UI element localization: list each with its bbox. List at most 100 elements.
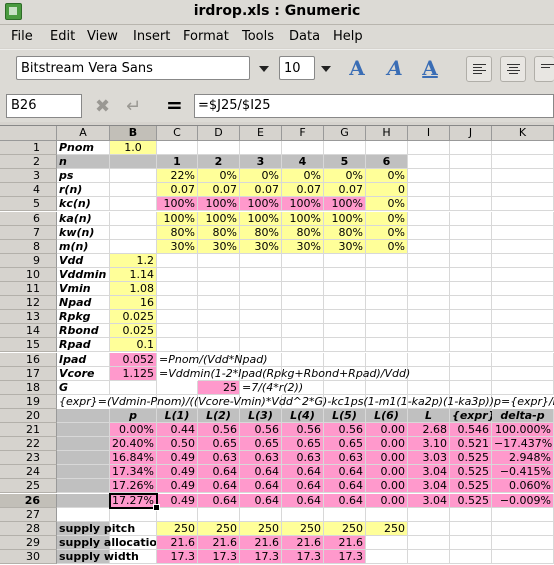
cell-a23[interactable] <box>57 451 110 466</box>
cell-h5[interactable]: 0% <box>366 197 408 212</box>
cell-b27[interactable] <box>110 507 157 522</box>
cell-g6[interactable]: 100% <box>324 211 366 226</box>
row-header-20[interactable]: 20 <box>0 408 57 423</box>
cell-c18[interactable] <box>157 380 198 395</box>
cell-f21[interactable]: 0.56 <box>282 423 324 438</box>
row-header-5[interactable]: 5 <box>0 197 57 212</box>
cell-d24[interactable]: 0.64 <box>198 465 240 480</box>
cell-d18[interactable]: 25 <box>198 380 240 395</box>
column-header-a[interactable]: A <box>57 126 110 141</box>
cell-c29[interactable]: 21.6 <box>157 535 198 550</box>
cell-b13[interactable]: 0.025 <box>110 310 157 325</box>
cell-k14[interactable] <box>492 324 554 339</box>
cell-j10[interactable] <box>450 267 492 282</box>
cell-i4[interactable] <box>408 183 450 198</box>
cell-d22[interactable]: 0.65 <box>198 437 240 452</box>
cell-b7[interactable] <box>110 225 157 240</box>
cell-j30[interactable] <box>450 549 492 564</box>
cell-g26[interactable]: 0.64 <box>324 493 366 508</box>
cell-f7[interactable]: 80% <box>282 225 324 240</box>
cell-b6[interactable] <box>110 211 157 226</box>
cell-f8[interactable]: 30% <box>282 239 324 254</box>
cell-j7[interactable] <box>450 225 492 240</box>
cell-j12[interactable] <box>450 296 492 311</box>
cell-j6[interactable] <box>450 211 492 226</box>
cell-g28[interactable]: 250 <box>324 521 366 536</box>
row-header-11[interactable]: 11 <box>0 282 57 297</box>
cell-c9[interactable] <box>157 253 198 268</box>
cell-a10[interactable]: Vddmin <box>57 267 110 282</box>
cell-c11[interactable] <box>157 282 198 297</box>
cell-b3[interactable] <box>110 169 157 184</box>
cell-k5[interactable] <box>492 197 554 212</box>
row-header-16[interactable]: 16 <box>0 352 57 367</box>
align-right-icon[interactable] <box>534 56 554 82</box>
cell-k26[interactable]: −0.009% <box>492 493 554 508</box>
cell-c7[interactable]: 80% <box>157 225 198 240</box>
cell-a29[interactable]: supply allocation <box>57 535 165 550</box>
cell-f28[interactable]: 250 <box>282 521 324 536</box>
cell-i6[interactable] <box>408 211 450 226</box>
column-header-j[interactable]: J <box>450 126 492 141</box>
cell-d10[interactable] <box>198 267 240 282</box>
cell-e13[interactable] <box>240 310 282 325</box>
cell-j16[interactable] <box>450 352 492 367</box>
cell-c27[interactable] <box>157 507 198 522</box>
cell-b5[interactable] <box>110 197 157 212</box>
cell-k1[interactable] <box>492 141 554 156</box>
cell-f29[interactable]: 21.6 <box>282 535 324 550</box>
column-header-i[interactable]: I <box>408 126 450 141</box>
cell-a11[interactable]: Vmin <box>57 282 110 297</box>
menu-data[interactable]: Data <box>289 29 320 44</box>
cell-e18[interactable]: =7/(4*r(2)) <box>240 381 305 395</box>
row-header-7[interactable]: 7 <box>0 225 57 240</box>
cell-a9[interactable]: Vdd <box>57 253 110 268</box>
cell-c4[interactable]: 0.07 <box>157 183 198 198</box>
cell-e25[interactable]: 0.64 <box>240 479 282 494</box>
cell-b15[interactable]: 0.1 <box>110 338 157 353</box>
cell-g5[interactable]: 100% <box>324 197 366 212</box>
row-header-22[interactable]: 22 <box>0 437 57 452</box>
row-header-13[interactable]: 13 <box>0 310 57 325</box>
cell-d8[interactable]: 30% <box>198 239 240 254</box>
cell-c20[interactable]: L(1) <box>157 408 198 423</box>
cell-f12[interactable] <box>282 296 324 311</box>
cell-f11[interactable] <box>282 282 324 297</box>
cell-h3[interactable]: 0% <box>366 169 408 184</box>
row-header-23[interactable]: 23 <box>0 451 57 466</box>
cell-d11[interactable] <box>198 282 240 297</box>
cell-e9[interactable] <box>240 253 282 268</box>
cell-e6[interactable]: 100% <box>240 211 282 226</box>
cell-f24[interactable]: 0.64 <box>282 465 324 480</box>
cell-d25[interactable]: 0.64 <box>198 479 240 494</box>
row-header-8[interactable]: 8 <box>0 239 57 254</box>
cell-d14[interactable] <box>198 324 240 339</box>
cell-j27[interactable] <box>450 507 492 522</box>
cell-k18[interactable] <box>492 380 554 395</box>
cell-c30[interactable]: 17.3 <box>157 549 198 564</box>
cell-g18[interactable] <box>324 380 366 395</box>
cell-b25[interactable]: 17.26% <box>110 479 157 494</box>
cell-a28[interactable]: supply pitch <box>57 521 135 536</box>
cell-g13[interactable] <box>324 310 366 325</box>
underline-icon[interactable]: A <box>418 56 442 80</box>
cell-g14[interactable] <box>324 324 366 339</box>
cell-g8[interactable]: 30% <box>324 239 366 254</box>
cell-e23[interactable]: 0.63 <box>240 451 282 466</box>
cell-a20[interactable] <box>57 408 110 423</box>
row-header-14[interactable]: 14 <box>0 324 57 339</box>
cell-a16[interactable]: Ipad <box>57 352 110 367</box>
cell-d2[interactable]: 2 <box>198 155 240 170</box>
cell-b11[interactable]: 1.08 <box>110 282 157 297</box>
cell-e27[interactable] <box>240 507 282 522</box>
cell-e15[interactable] <box>240 338 282 353</box>
column-header-d[interactable]: D <box>198 126 240 141</box>
cell-g22[interactable]: 0.65 <box>324 437 366 452</box>
cell-h30[interactable] <box>366 549 408 564</box>
cell-h14[interactable] <box>366 324 408 339</box>
cell-e8[interactable]: 30% <box>240 239 282 254</box>
cancel-icon[interactable]: ✖ <box>95 96 110 117</box>
cell-h24[interactable]: 0.00 <box>366 465 408 480</box>
italic-icon[interactable]: A <box>383 56 407 80</box>
cell-k13[interactable] <box>492 310 554 325</box>
